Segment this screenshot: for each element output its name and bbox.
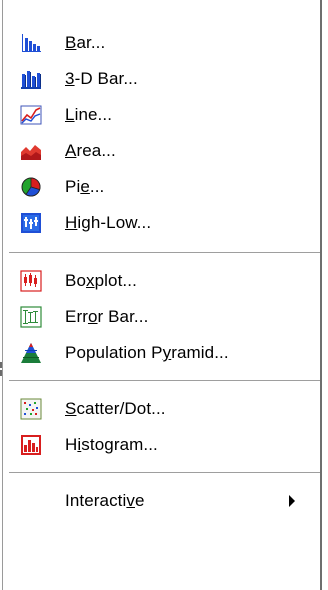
menu-item-bar[interactable]: Bar... [3, 26, 320, 60]
menu-item-3d-bar[interactable]: 3-D Bar... [3, 62, 320, 96]
menu-item-error-bar[interactable]: Error Bar... [3, 300, 320, 334]
population-pyramid-icon [21, 343, 41, 363]
submenu-arrow-icon [289, 495, 295, 507]
menu-item-boxplot[interactable]: Boxplot... [3, 264, 320, 298]
menu-item-pie[interactable]: Pie... [3, 170, 320, 204]
menu-item-label: Bar... [65, 33, 106, 52]
menu-item-label: Pie... [65, 177, 105, 196]
menu-item-label: Error Bar... [65, 307, 149, 326]
menu-item-interactive[interactable]: Interactive [3, 484, 320, 518]
menu-item-scatter-dot[interactable]: Scatter/Dot... [3, 392, 320, 426]
3d-bar-chart-icon [21, 71, 41, 89]
menu-item-line[interactable]: Line... [3, 98, 320, 132]
chart-menu-screenshot: Bar... 3-D Bar... Line... Area... Pie...… [0, 0, 328, 590]
scatter-dot-icon [20, 398, 42, 420]
menu-separator [9, 472, 320, 474]
bar-chart-icon [20, 32, 42, 54]
histogram-icon [21, 435, 41, 455]
menu-item-label: Interactive [65, 491, 145, 510]
menu-top [2, 0, 322, 22]
menu-item-label: Area... [65, 141, 116, 160]
menu-item-label: Boxplot... [65, 271, 137, 290]
pie-chart-icon [21, 177, 41, 197]
menu-item-label: Histogram... [65, 435, 158, 454]
menu-item-high-low[interactable]: High-Low... [3, 206, 320, 240]
menu-item-population-pyramid[interactable]: Population Pyramid... [3, 336, 320, 370]
menu-item-label: High-Low... [65, 213, 152, 232]
menu-item-label: Scatter/Dot... [65, 399, 166, 418]
high-low-chart-icon [21, 213, 41, 233]
menu-item-label: Population Pyramid... [65, 343, 229, 362]
line-chart-icon [20, 105, 42, 125]
menu-item-histogram[interactable]: Histogram... [3, 428, 320, 462]
menu-separator [9, 252, 320, 254]
menu-separator [9, 380, 320, 382]
error-bar-icon [20, 306, 42, 328]
chart-type-menu: Bar... 3-D Bar... Line... Area... Pie...… [2, 22, 322, 590]
menu-item-label: 3-D Bar... [65, 69, 138, 88]
menu-item-label: Line... [65, 105, 113, 124]
boxplot-icon [20, 270, 42, 292]
area-chart-icon [21, 145, 41, 160]
menu-item-area[interactable]: Area... [3, 134, 320, 168]
